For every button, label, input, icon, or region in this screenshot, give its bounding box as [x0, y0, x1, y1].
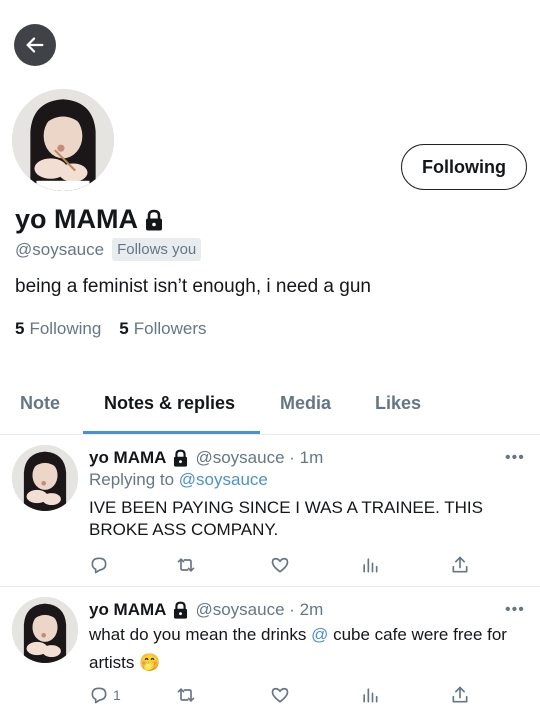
heart-icon	[271, 687, 289, 703]
analytics-button[interactable]	[360, 685, 380, 705]
tweet-avatar[interactable]	[12, 445, 78, 511]
tab-media[interactable]: Media	[280, 393, 331, 414]
tweet-avatar[interactable]	[12, 597, 78, 663]
replying-to: Replying to @soysauce	[89, 470, 268, 490]
tweet-header: yo MAMA @soysauce · 1m	[89, 448, 323, 468]
tweet-handle-time: @soysauce · 1m	[195, 448, 324, 467]
followers-label: Followers	[133, 319, 207, 338]
reply-count: 1	[113, 687, 121, 703]
more-options-icon[interactable]: •••	[505, 449, 525, 467]
following-stat[interactable]: 5 Following	[15, 319, 101, 339]
tweet-actions: 1	[89, 685, 479, 709]
tab-likes[interactable]: Likes	[375, 393, 421, 414]
share-icon	[452, 556, 468, 573]
tweet-handle-time: @soysauce · 2m	[195, 600, 324, 619]
like-button[interactable]	[270, 685, 290, 705]
analytics-icon	[363, 688, 378, 703]
lock-icon	[174, 601, 188, 619]
followers-count: 5	[119, 319, 129, 338]
reply-icon	[91, 687, 107, 704]
retweet-button[interactable]	[176, 555, 196, 575]
follows-you-badge: Follows you	[112, 238, 202, 261]
replying-to-label: Replying to	[89, 470, 175, 489]
back-button[interactable]	[14, 24, 56, 66]
face-emoji-icon: 🤭	[139, 653, 161, 672]
analytics-button[interactable]	[360, 555, 380, 575]
tweet-author-name[interactable]: yo MAMA	[89, 448, 166, 468]
profile-bio: being a feminist isn’t enough, i need a …	[15, 276, 371, 297]
profile-tabs: Note Notes & replies Media Likes	[0, 380, 540, 435]
profile-stats: 5 Following 5 Followers	[15, 319, 207, 339]
retweet-icon	[177, 558, 195, 572]
following-count: 5	[15, 319, 25, 338]
display-name-text: yo MAMA	[15, 204, 138, 234]
tweet-item[interactable]: yo MAMA @soysauce · 2m ••• what do you m…	[0, 587, 540, 718]
tweet-actions	[89, 555, 479, 579]
retweet-button[interactable]	[176, 685, 196, 705]
replying-to-handle[interactable]: @soysauce	[179, 470, 268, 489]
profile-avatar[interactable]	[12, 89, 114, 191]
lock-icon	[146, 209, 162, 230]
tweet-mention[interactable]: @	[311, 625, 328, 644]
retweet-icon	[177, 688, 195, 702]
share-button[interactable]	[450, 555, 470, 575]
following-button[interactable]: Following	[401, 144, 527, 190]
lock-icon	[174, 449, 188, 467]
tweet-text: IVE BEEN PAYING SINCE I WAS A TRAINEE. T…	[89, 498, 483, 539]
handle-row: @soysauce Follows you	[15, 238, 202, 261]
share-icon	[452, 686, 468, 703]
followers-stat[interactable]: 5 Followers	[119, 319, 206, 339]
tab-notes-replies[interactable]: Notes & replies	[104, 393, 235, 414]
tweet-author-name[interactable]: yo MAMA	[89, 600, 166, 620]
reply-icon	[91, 557, 107, 574]
profile-handle: @soysauce	[15, 239, 105, 259]
analytics-icon	[363, 558, 378, 573]
more-options-icon[interactable]: •••	[505, 601, 525, 619]
tweet-item[interactable]: yo MAMA @soysauce · 1m ••• Replying to @…	[0, 435, 540, 585]
tweet-text-part: what do you mean the drinks	[89, 625, 307, 644]
following-label: Following	[29, 319, 102, 338]
heart-icon	[271, 557, 289, 573]
share-button[interactable]	[450, 685, 470, 705]
tweet-text: what do you mean the drinks @ cube cafe …	[89, 621, 519, 677]
like-button[interactable]	[270, 555, 290, 575]
reply-button[interactable]: 1	[89, 685, 121, 705]
arrow-left-icon	[26, 37, 44, 53]
reply-button[interactable]	[89, 555, 109, 575]
tweet-header: yo MAMA @soysauce · 2m	[89, 600, 323, 620]
tab-note[interactable]: Note	[20, 393, 60, 414]
profile-display-name: yo MAMA	[15, 204, 164, 235]
